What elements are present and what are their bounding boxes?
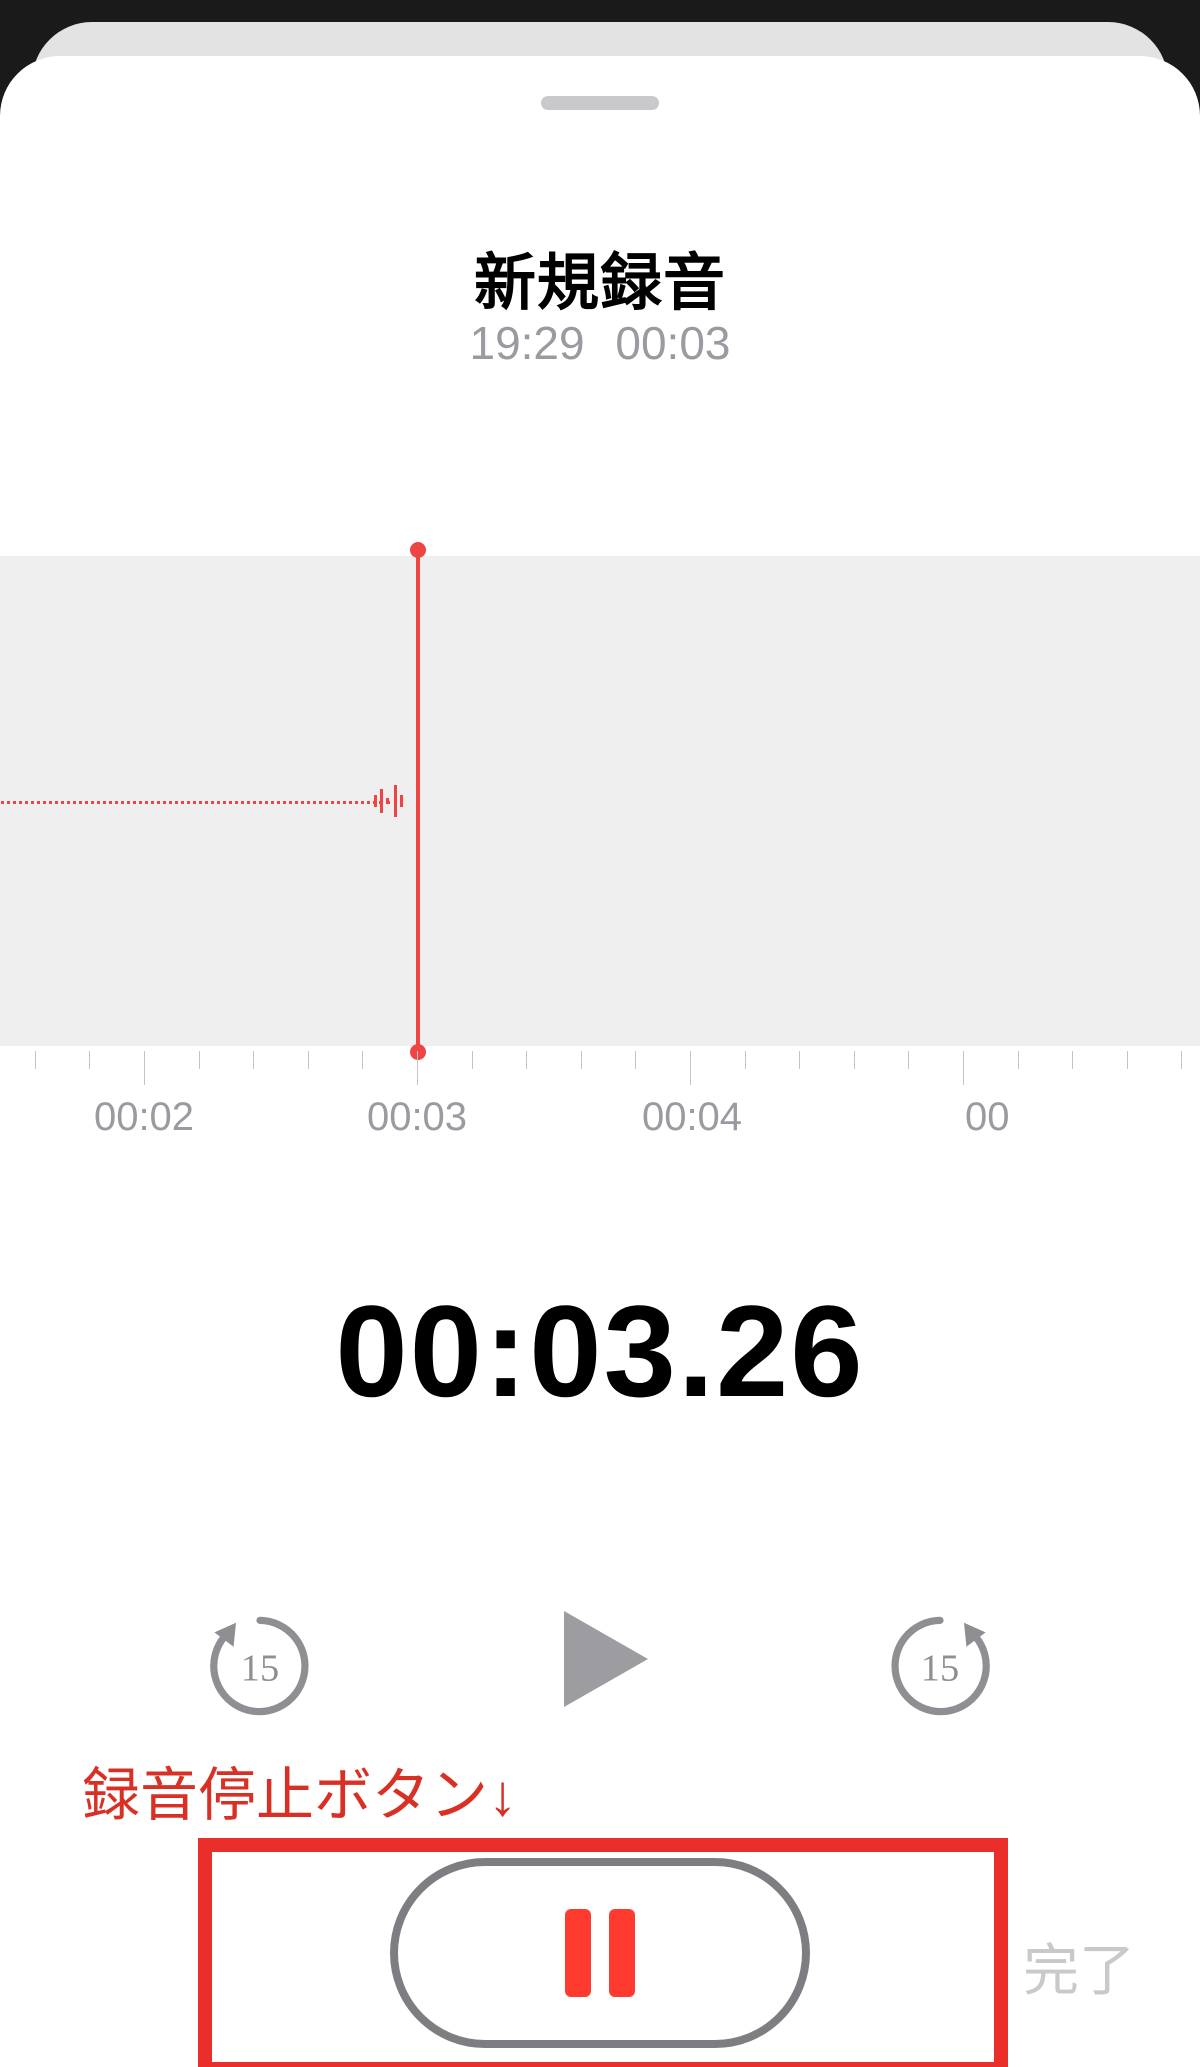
waveform-area[interactable] <box>0 556 1200 1046</box>
recording-duration: 00:03 <box>615 317 730 369</box>
pause-icon <box>565 1909 635 1997</box>
screenshot-stage: 新規録音 19:29 00:03 00:02 00:03 00:0 <box>0 0 1200 2067</box>
playhead-marker[interactable] <box>416 550 420 1052</box>
skip-forward-button[interactable]: 15 <box>880 1606 1000 1726</box>
sheet-grabber[interactable] <box>541 96 659 110</box>
playback-controls: 15 15 <box>0 1596 1200 1756</box>
skip-forward-icon: 15 <box>880 1606 1000 1726</box>
recording-start-time: 19:29 <box>469 316 584 370</box>
waveform-baseline <box>0 801 390 804</box>
recording-subtitle: 19:29 00:03 <box>0 316 1200 370</box>
play-icon <box>540 1599 660 1719</box>
done-button[interactable]: 完了 <box>1023 1926 1135 2007</box>
svg-text:15: 15 <box>921 1647 959 1689</box>
skip-back-button[interactable]: 15 <box>200 1606 320 1726</box>
skip-back-icon: 15 <box>200 1606 320 1726</box>
ruler-label: 00:04 <box>642 1095 742 1140</box>
time-ruler: 00:02 00:03 00:04 00 <box>0 1051 1200 1141</box>
play-button[interactable] <box>525 1584 675 1734</box>
ruler-label: 00:03 <box>367 1095 467 1140</box>
ruler-label: 00 <box>965 1095 1010 1140</box>
pause-recording-button[interactable] <box>390 1858 810 2048</box>
recording-title: 新規録音 <box>0 232 1200 322</box>
recording-sheet: 新規録音 19:29 00:03 00:02 00:03 00:0 <box>0 56 1200 2067</box>
elapsed-counter: 00:03.26 <box>0 1276 1200 1426</box>
ruler-label: 00:02 <box>94 1095 194 1140</box>
svg-text:15: 15 <box>241 1647 279 1689</box>
annotation-label: 録音停止ボタン↓ <box>82 1748 517 1832</box>
